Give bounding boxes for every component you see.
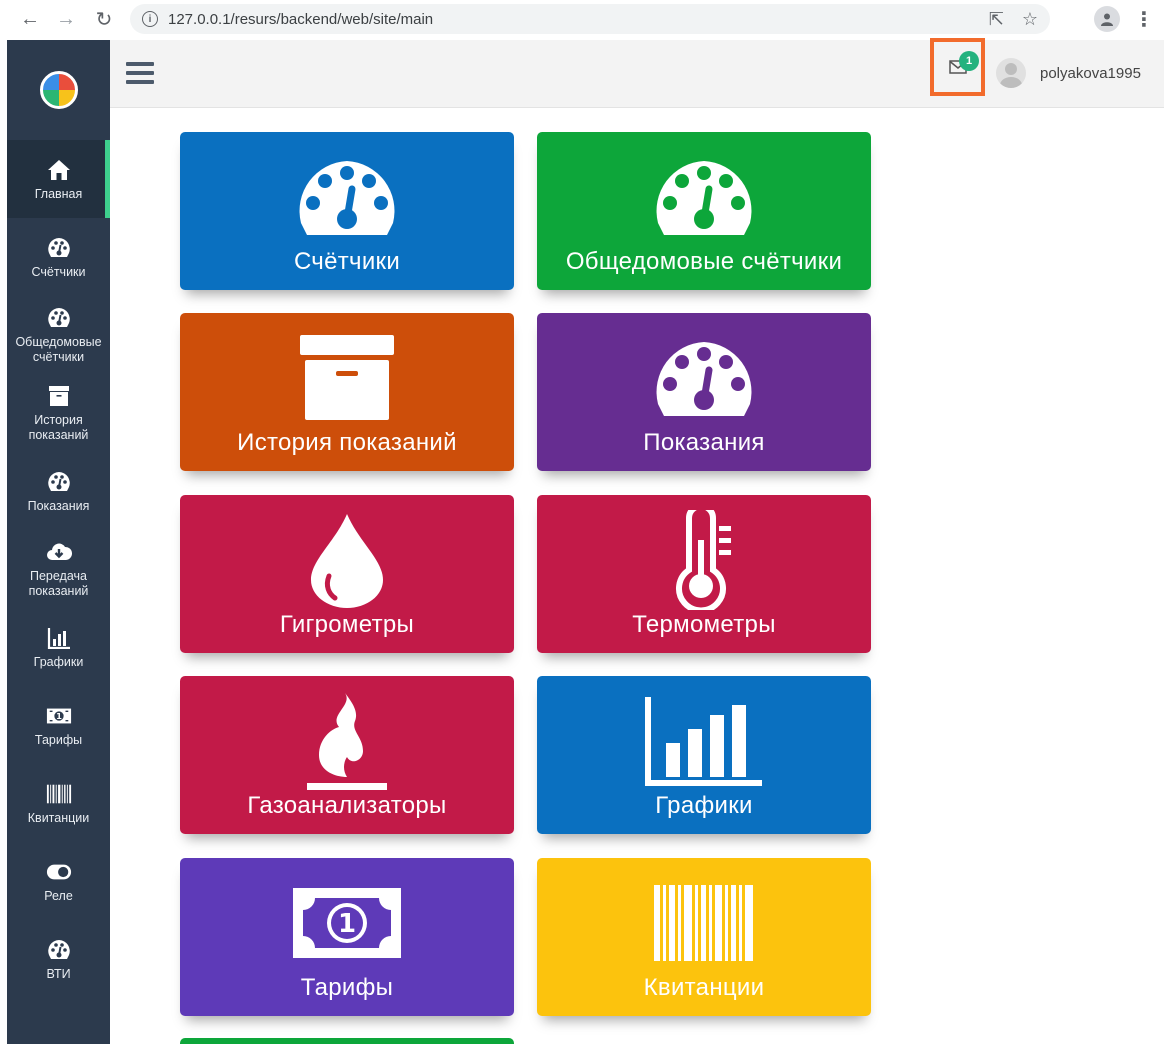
sidebar-item-vti[interactable]: ВТИ (7, 920, 110, 998)
forward-arrow-icon[interactable]: → (52, 5, 80, 33)
sidebar-item-counters[interactable]: Счётчики (7, 218, 110, 296)
tile-label: Тарифы (300, 974, 394, 1001)
tile-tariffs[interactable]: 1 Тарифы (180, 858, 514, 1016)
tile-label: Термометры (632, 611, 776, 638)
dashboard-tiles: Счётчики Общедомовые счётчики История по… (110, 108, 1164, 1044)
tile-gas-analyzers[interactable]: Газоанализаторы (180, 676, 514, 834)
sidebar-item-label: История показаний (28, 413, 89, 442)
gauge-icon (46, 469, 72, 495)
tile-partial-next[interactable] (180, 1038, 514, 1044)
sidebar-item-label: Квитанции (27, 810, 90, 825)
thermometer-icon (537, 510, 871, 610)
gauge-icon (46, 305, 72, 331)
tile-label: Общедомовые счётчики (565, 248, 843, 275)
tile-counters[interactable]: Счётчики (180, 132, 514, 290)
notifications-button[interactable]: 1 (930, 38, 985, 96)
browser-profile-icon[interactable] (1094, 6, 1120, 32)
tile-readings[interactable]: Показания (537, 313, 871, 471)
gauge-icon (180, 152, 514, 242)
bar-chart-icon (46, 625, 72, 651)
tile-hygrometers[interactable]: Гигрометры (180, 495, 514, 653)
barcode-icon (46, 781, 72, 807)
tile-label: Счётчики (293, 248, 401, 275)
site-info-icon[interactable]: i (142, 11, 158, 27)
tile-label: Гигрометры (279, 611, 415, 638)
browser-toolbar: ← → ↻ i 127.0.0.1/resurs/backend/web/sit… (0, 0, 1164, 38)
barcode-icon (537, 878, 871, 968)
sidebar-item-label: Графики (33, 654, 84, 669)
logo[interactable] (7, 40, 110, 140)
tile-label: Графики (655, 792, 753, 819)
sidebar-item-label: Реле (44, 888, 73, 903)
sidebar-item-label: Показания (27, 498, 90, 513)
back-arrow-icon[interactable]: ← (16, 5, 44, 33)
sidebar-item-label: Счётчики (31, 264, 86, 279)
sidebar-item-relay[interactable]: Реле (7, 842, 110, 920)
sidebar-item-label: Общедомовые счётчики (15, 335, 102, 364)
sidebar-item-tariffs[interactable]: 1 Тарифы (7, 686, 110, 764)
toggle-icon (46, 859, 72, 885)
money-icon: 1 (180, 878, 514, 968)
sidebar-item-label: Главная (34, 186, 83, 201)
bookmark-star-icon[interactable]: ☆ (1022, 9, 1038, 30)
sidebar-item-label: Передача показаний (28, 569, 89, 598)
notification-badge: 1 (959, 51, 979, 71)
tile-label: Показания (643, 429, 765, 456)
archive-icon (180, 333, 514, 423)
gauge-icon (537, 333, 871, 423)
gauge-icon (46, 235, 72, 261)
gauge-icon (46, 937, 72, 963)
sidebar: Главная Счётчики Общедомовые счётчики Ис… (7, 40, 110, 1044)
sidebar-item-readings-history[interactable]: История показаний (7, 374, 110, 452)
address-bar[interactable]: i 127.0.0.1/resurs/backend/web/site/main… (130, 4, 1050, 34)
sidebar-item-readings[interactable]: Показания (7, 452, 110, 530)
tile-shared-counters[interactable]: Общедомовые счётчики (537, 132, 871, 290)
sidebar-item-shared-counters[interactable]: Общедомовые счётчики (7, 296, 110, 374)
flame-icon (180, 693, 514, 790)
top-header: 1 polyakova1995 (110, 38, 1164, 108)
bar-chart-icon (537, 696, 871, 786)
tile-thermometers[interactable]: Термометры (537, 495, 871, 653)
sidebar-item-charts[interactable]: Графики (7, 608, 110, 686)
username[interactable]: polyakova1995 (1040, 65, 1141, 82)
hamburger-menu-icon[interactable] (126, 62, 154, 84)
sidebar-item-label: ВТИ (46, 966, 71, 981)
sidebar-item-receipts[interactable]: Квитанции (7, 764, 110, 842)
avatar[interactable] (996, 58, 1026, 88)
tile-receipts[interactable]: Квитанции (537, 858, 871, 1016)
share-icon[interactable]: ⇱ (989, 9, 1004, 30)
archive-icon (46, 383, 72, 409)
tile-label: Газоанализаторы (247, 792, 447, 819)
tile-label: Квитанции (643, 974, 765, 1001)
tile-label: История показаний (237, 429, 457, 456)
home-icon (46, 157, 72, 183)
money-icon: 1 (46, 703, 72, 729)
drop-icon (180, 514, 514, 608)
sidebar-item-home[interactable]: Главная (7, 140, 110, 218)
app-logo-icon (39, 71, 78, 109)
sidebar-item-label: Тарифы (34, 732, 83, 747)
cloud-download-icon (46, 539, 72, 565)
url-text: 127.0.0.1/resurs/backend/web/site/main (168, 10, 434, 28)
svg-text:1: 1 (338, 909, 356, 939)
reload-icon[interactable]: ↻ (90, 5, 118, 33)
gauge-icon (537, 152, 871, 242)
sidebar-item-submit-readings[interactable]: Передача показаний (7, 530, 110, 608)
tile-readings-history[interactable]: История показаний (180, 313, 514, 471)
browser-menu-icon[interactable]: ⋮ (1134, 6, 1154, 32)
tile-charts[interactable]: Графики (537, 676, 871, 834)
svg-text:1: 1 (56, 711, 62, 721)
